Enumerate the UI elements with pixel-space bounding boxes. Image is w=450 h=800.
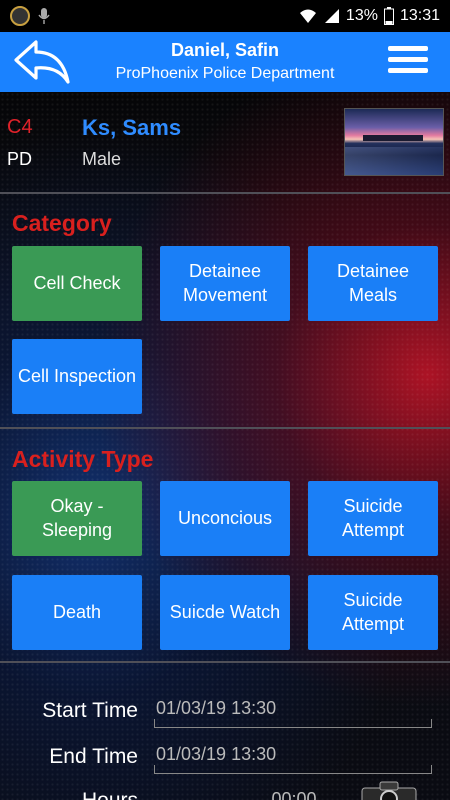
signal-icon [324, 9, 339, 23]
activity-unconscious-button[interactable]: Unconcious [160, 481, 290, 556]
inmate-name: Ks, Sams [82, 115, 182, 140]
tile-label: Okay - Sleeping [41, 496, 113, 540]
agency-code: PD [7, 149, 33, 169]
tile-label: Detainee Meals [336, 261, 410, 305]
tile-label: Suicide Attempt [341, 590, 405, 634]
start-time-field[interactable]: 01/03/19 13:30 [154, 698, 432, 728]
app-header: Daniel, Safin ProPhoenix Police Departme… [0, 32, 450, 92]
tile-label: Unconcious [177, 507, 273, 528]
category-detainee-movement-button[interactable]: Detainee Movement [160, 246, 290, 321]
app-notification-icon [10, 6, 30, 26]
activity-suicide-watch-button[interactable]: Suicde Watch [160, 575, 290, 650]
tile-label: Cell Inspection [17, 365, 137, 386]
activity-death-button[interactable]: Death [12, 575, 142, 650]
activity-type-title: Activity Type [12, 446, 154, 472]
tile-label: Suicide Attempt [341, 496, 405, 540]
divider [0, 427, 450, 429]
wifi-icon [299, 9, 316, 23]
battery-icon [383, 7, 394, 25]
activity-suicide-attempt-button[interactable]: Suicide Attempt [308, 481, 438, 556]
department-name: ProPhoenix Police Department [115, 65, 335, 82]
officer-name: Daniel, Safin [170, 40, 280, 60]
inmate-info: C4 Ks, Sams PD Male [0, 104, 450, 190]
activity-suicide-attempt-2-button[interactable]: Suicide Attempt [308, 575, 438, 650]
activity-okay-sleeping-button[interactable]: Okay - Sleeping [12, 481, 142, 556]
end-time-label: End Time [49, 745, 138, 768]
category-title: Category [12, 210, 112, 236]
tile-label: Suicde Watch [169, 601, 281, 622]
inmate-photo[interactable] [344, 108, 444, 176]
microphone-icon [38, 8, 50, 24]
clock: 13:31 [399, 7, 440, 24]
category-cell-inspection-button[interactable]: Cell Inspection [12, 339, 142, 414]
camera-icon[interactable] [360, 780, 418, 800]
status-bar: 13% 13:31 [0, 0, 450, 32]
tile-label: Detainee Movement [182, 261, 268, 305]
hours-label: Hours [18, 789, 138, 800]
tile-label: Cell Check [33, 272, 121, 293]
cell-code: C4 [7, 116, 33, 138]
hamburger-menu-icon[interactable] [388, 46, 428, 78]
end-time-field[interactable]: 01/03/19 13:30 [154, 744, 432, 774]
inmate-gender: Male [82, 149, 122, 169]
divider [0, 661, 450, 663]
tile-label: Death [52, 601, 102, 622]
divider [0, 192, 450, 194]
battery-percent: 13% [345, 7, 378, 24]
category-detainee-meals-button[interactable]: Detainee Meals [308, 246, 438, 321]
back-arrow-icon[interactable] [12, 38, 74, 86]
category-cell-check-button[interactable]: Cell Check [12, 246, 142, 321]
start-time-label: Start Time [42, 699, 138, 722]
